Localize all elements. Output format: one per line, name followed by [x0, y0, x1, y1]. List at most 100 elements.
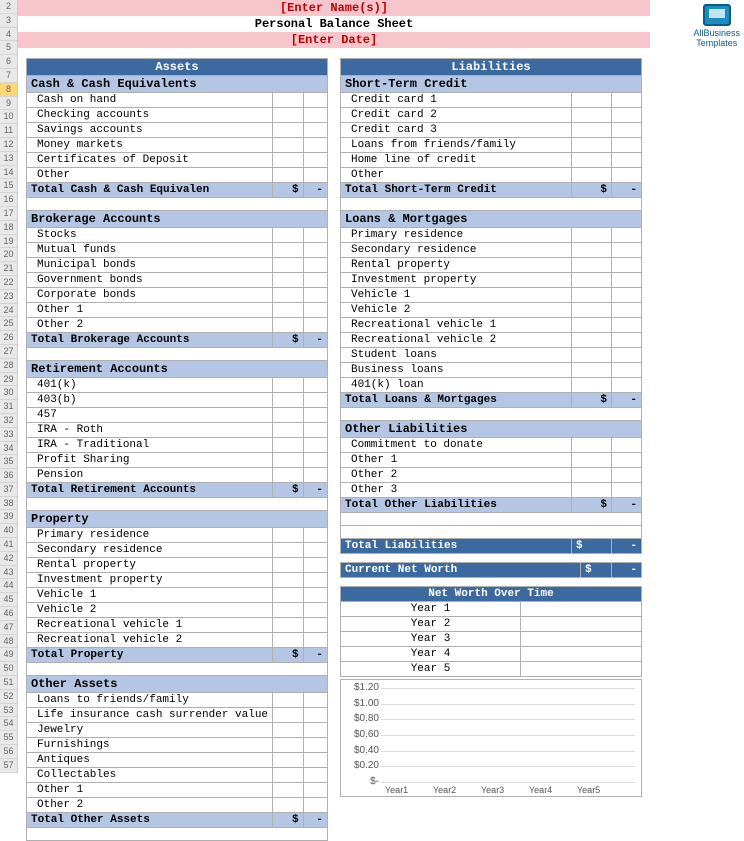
row-number[interactable]: 57 [0, 759, 17, 773]
asset-item-value2[interactable] [303, 528, 327, 543]
asset-item-value2[interactable] [303, 258, 327, 273]
liab-item-value2[interactable] [612, 138, 642, 153]
asset-item-value2[interactable] [303, 618, 327, 633]
asset-item-value[interactable] [273, 393, 304, 408]
asset-item-value[interactable] [273, 558, 304, 573]
asset-item-value[interactable] [273, 108, 304, 123]
liab-item-value2[interactable] [612, 318, 642, 333]
networth-year-value[interactable] [521, 662, 642, 677]
asset-item-value[interactable] [273, 723, 304, 738]
asset-item-value2[interactable] [303, 138, 327, 153]
asset-item-value[interactable] [273, 543, 304, 558]
liab-item-label[interactable]: Other 3 [341, 483, 572, 498]
liab-item-label[interactable]: Commitment to donate [341, 438, 572, 453]
row-number[interactable]: 52 [0, 690, 17, 704]
networth-year-value[interactable] [521, 647, 642, 662]
asset-item-label[interactable]: Checking accounts [27, 108, 273, 123]
asset-item-value2[interactable] [303, 783, 327, 798]
asset-item-value2[interactable] [303, 153, 327, 168]
asset-item-value[interactable] [273, 603, 304, 618]
asset-item-value[interactable] [273, 408, 304, 423]
liab-item-value2[interactable] [612, 348, 642, 363]
row-number[interactable]: 35 [0, 455, 17, 469]
asset-item-value2[interactable] [303, 423, 327, 438]
row-number[interactable]: 30 [0, 386, 17, 400]
liab-item-value[interactable] [572, 168, 612, 183]
asset-item-label[interactable]: Certificates of Deposit [27, 153, 273, 168]
liab-item-value2[interactable] [612, 228, 642, 243]
asset-item-value2[interactable] [303, 738, 327, 753]
row-number[interactable]: 53 [0, 704, 17, 718]
asset-item-value[interactable] [273, 588, 304, 603]
row-number[interactable]: 26 [0, 331, 17, 345]
liab-item-value[interactable] [572, 363, 612, 378]
liab-item-value[interactable] [572, 243, 612, 258]
asset-item-value[interactable] [273, 573, 304, 588]
asset-item-value2[interactable] [303, 708, 327, 723]
asset-item-label[interactable]: 457 [27, 408, 273, 423]
asset-item-label[interactable]: Jewelry [27, 723, 273, 738]
row-number[interactable]: 33 [0, 428, 17, 442]
asset-item-value2[interactable] [303, 318, 327, 333]
asset-item-label[interactable]: Recreational vehicle 2 [27, 633, 273, 648]
asset-item-value2[interactable] [303, 693, 327, 708]
asset-item-value[interactable] [273, 438, 304, 453]
liab-item-value2[interactable] [612, 258, 642, 273]
asset-item-value[interactable] [273, 288, 304, 303]
liab-item-value2[interactable] [612, 153, 642, 168]
row-number[interactable]: 7 [0, 69, 17, 83]
asset-item-value[interactable] [273, 423, 304, 438]
asset-item-value[interactable] [273, 783, 304, 798]
asset-item-value[interactable] [273, 303, 304, 318]
row-number[interactable]: 13 [0, 152, 17, 166]
asset-item-value[interactable] [273, 168, 304, 183]
asset-item-value2[interactable] [303, 543, 327, 558]
asset-item-value2[interactable] [303, 438, 327, 453]
liab-item-value[interactable] [572, 258, 612, 273]
row-number[interactable]: 45 [0, 593, 17, 607]
row-number[interactable]: 16 [0, 193, 17, 207]
asset-item-value[interactable] [273, 693, 304, 708]
asset-item-value2[interactable] [303, 603, 327, 618]
row-number[interactable]: 6 [0, 55, 17, 69]
networth-year-value[interactable] [521, 602, 642, 617]
row-number[interactable]: 48 [0, 635, 17, 649]
liab-item-label[interactable]: Credit card 3 [341, 123, 572, 138]
row-number[interactable]: 10 [0, 110, 17, 124]
asset-item-value[interactable] [273, 708, 304, 723]
row-number[interactable]: 29 [0, 373, 17, 387]
asset-item-label[interactable]: Other 2 [27, 798, 273, 813]
asset-item-label[interactable]: Mutual funds [27, 243, 273, 258]
asset-item-value2[interactable] [303, 243, 327, 258]
row-number[interactable]: 22 [0, 276, 17, 290]
asset-item-value2[interactable] [303, 288, 327, 303]
asset-item-label[interactable]: Investment property [27, 573, 273, 588]
asset-item-value2[interactable] [303, 168, 327, 183]
liab-item-label[interactable]: Other [341, 168, 572, 183]
asset-item-label[interactable]: IRA - Roth [27, 423, 273, 438]
liab-item-value2[interactable] [612, 333, 642, 348]
row-number[interactable]: 51 [0, 676, 17, 690]
row-number[interactable]: 3 [0, 14, 17, 28]
asset-item-label[interactable]: Life insurance cash surrender value [27, 708, 273, 723]
asset-item-label[interactable]: Other 1 [27, 303, 273, 318]
liab-item-value[interactable] [572, 138, 612, 153]
liab-item-label[interactable]: Vehicle 2 [341, 303, 572, 318]
row-number[interactable]: 15 [0, 179, 17, 193]
asset-item-value2[interactable] [303, 558, 327, 573]
asset-item-value2[interactable] [303, 453, 327, 468]
liab-item-label[interactable]: Home line of credit [341, 153, 572, 168]
row-number[interactable]: 56 [0, 745, 17, 759]
liab-item-label[interactable]: Business loans [341, 363, 572, 378]
asset-item-label[interactable]: Vehicle 1 [27, 588, 273, 603]
asset-item-value2[interactable] [303, 408, 327, 423]
row-number[interactable]: 34 [0, 442, 17, 456]
liab-item-value2[interactable] [612, 168, 642, 183]
asset-item-value[interactable] [273, 93, 304, 108]
liab-item-value2[interactable] [612, 93, 642, 108]
row-number[interactable]: 2 [0, 0, 17, 14]
asset-item-value[interactable] [273, 153, 304, 168]
row-number[interactable]: 38 [0, 497, 17, 511]
row-number[interactable]: 31 [0, 400, 17, 414]
row-number[interactable]: 39 [0, 510, 17, 524]
